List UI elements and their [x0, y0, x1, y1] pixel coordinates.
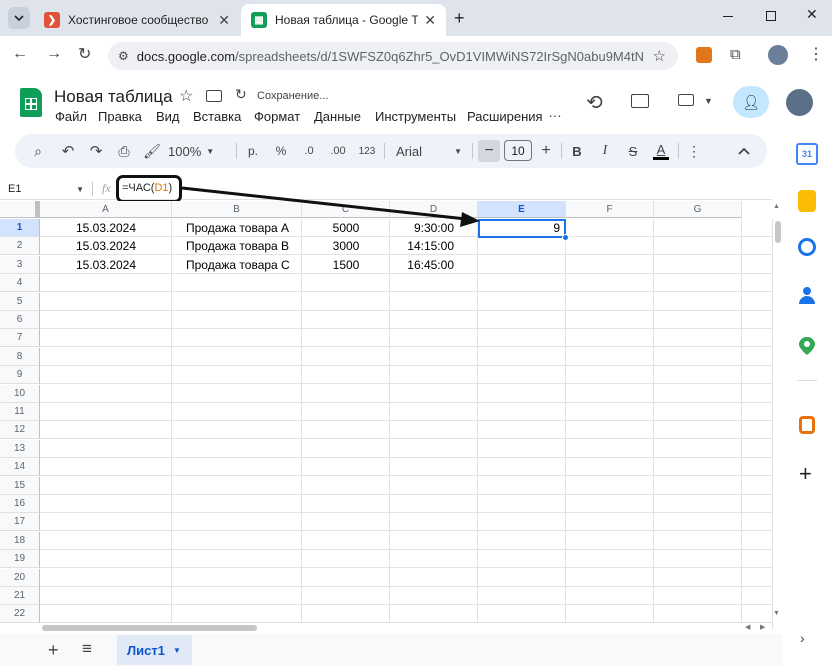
chevron-down-icon: ▼ [172, 645, 181, 655]
all-sheets-menu-icon[interactable]: ≡ [82, 639, 92, 659]
calendar-icon[interactable]: 31 [796, 143, 818, 165]
sheet-tab-active[interactable]: Лист1 ▼ [117, 635, 192, 665]
side-panel-divider [797, 380, 817, 381]
scroll-right-arrow[interactable]: ▶ [760, 623, 765, 631]
scroll-left-arrow[interactable]: ◀ [745, 623, 750, 631]
tasks-icon[interactable] [798, 238, 816, 256]
annotation-arrow [181, 186, 480, 227]
scroll-up-arrow[interactable]: ▲ [773, 203, 780, 210]
sheet-tab-label: Лист1 [127, 642, 165, 658]
expand-side-panel-icon[interactable]: › [800, 630, 805, 646]
scroll-thumb[interactable] [42, 625, 257, 631]
contacts-icon[interactable] [798, 287, 816, 305]
maps-icon[interactable] [799, 337, 815, 355]
office-addon-icon[interactable] [799, 416, 815, 434]
keep-icon[interactable] [798, 190, 816, 212]
scroll-down-arrow[interactable]: ▼ [773, 610, 780, 617]
scroll-thumb[interactable] [775, 221, 781, 243]
get-addons-plus-icon[interactable]: + [799, 461, 812, 487]
vertical-scrollbar[interactable] [772, 219, 782, 629]
add-sheet-button[interactable]: + [48, 640, 59, 661]
horizontal-scrollbar[interactable] [40, 622, 772, 632]
